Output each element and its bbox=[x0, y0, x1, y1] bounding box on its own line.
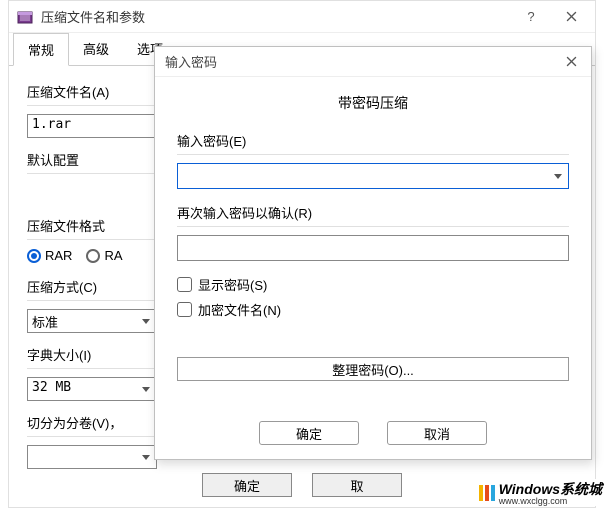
pwd-titlebar: 输入密码 bbox=[155, 47, 591, 77]
watermark-logo-icon bbox=[479, 485, 495, 501]
split-input[interactable] bbox=[27, 445, 157, 469]
main-ok-button[interactable]: 确定 bbox=[202, 473, 292, 497]
pwd-title: 输入密码 bbox=[165, 52, 555, 71]
password-dialog: 输入密码 带密码压缩 输入密码(E) 再次输入密码以确认(R) 显示密码(S) … bbox=[154, 46, 592, 460]
show-password-label: 显示密码(S) bbox=[198, 275, 267, 294]
tab-advanced[interactable]: 高级 bbox=[69, 33, 123, 65]
pwd-dialog-buttons: 确定 取消 bbox=[155, 421, 591, 445]
radio-rar-label: RAR bbox=[45, 248, 72, 263]
pwd-heading: 带密码压缩 bbox=[177, 93, 569, 113]
manage-passwords-button[interactable]: 整理密码(O)... bbox=[177, 357, 569, 381]
main-cancel-button[interactable]: 取 bbox=[312, 473, 402, 497]
watermark: Windows系统城 www.wxclgg.com bbox=[477, 479, 604, 506]
radio-dot-icon bbox=[86, 249, 100, 263]
pwd-ok-button[interactable]: 确定 bbox=[259, 421, 359, 445]
pwd-body: 带密码压缩 输入密码(E) 再次输入密码以确认(R) 显示密码(S) 加密文件名… bbox=[155, 77, 591, 393]
main-titlebar: 压缩文件名和参数 ? bbox=[9, 1, 595, 33]
password-confirm-input[interactable] bbox=[177, 235, 569, 261]
encrypt-names-label: 加密文件名(N) bbox=[198, 300, 281, 319]
checkbox-icon bbox=[177, 277, 192, 292]
radio-rar[interactable]: RAR bbox=[27, 248, 72, 263]
encrypt-names-checkbox[interactable]: 加密文件名(N) bbox=[177, 300, 569, 319]
watermark-url: www.wxclgg.com bbox=[499, 496, 602, 506]
help-button[interactable]: ? bbox=[511, 3, 551, 31]
dict-select[interactable]: 32 MB bbox=[27, 377, 157, 401]
radio-dot-icon bbox=[27, 249, 41, 263]
pwd-close-button[interactable] bbox=[555, 50, 587, 74]
pwd-confirm-label: 再次输入密码以确认(R) bbox=[177, 203, 569, 222]
show-password-checkbox[interactable]: 显示密码(S) bbox=[177, 275, 569, 294]
main-title: 压缩文件名和参数 bbox=[41, 7, 511, 26]
radio-rar4[interactable]: RA bbox=[86, 248, 122, 263]
divider bbox=[177, 154, 569, 155]
pwd-cancel-button[interactable]: 取消 bbox=[387, 421, 487, 445]
password-input[interactable] bbox=[177, 163, 569, 189]
close-button[interactable] bbox=[551, 3, 591, 31]
method-select[interactable]: 标准 bbox=[27, 309, 157, 333]
divider bbox=[177, 226, 569, 227]
tab-general[interactable]: 常规 bbox=[13, 33, 69, 66]
radio-rar4-label: RA bbox=[104, 248, 122, 263]
checkbox-icon bbox=[177, 302, 192, 317]
pwd-enter-label: 输入密码(E) bbox=[177, 131, 569, 150]
watermark-brand: Windows系统城 bbox=[499, 481, 602, 497]
winrar-icon bbox=[17, 9, 33, 25]
